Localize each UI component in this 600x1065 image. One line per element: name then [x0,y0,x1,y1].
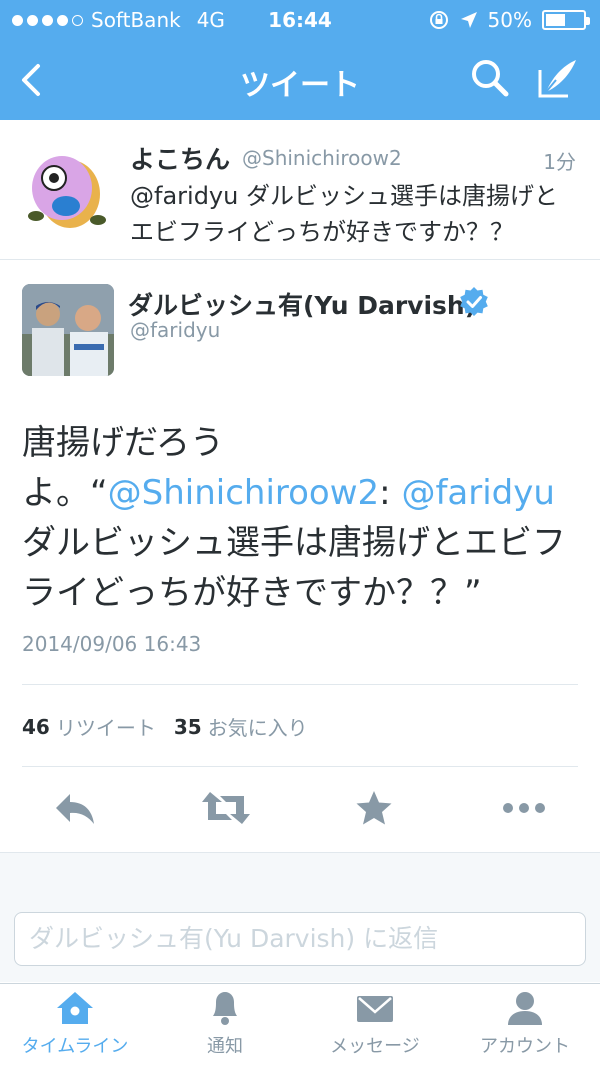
status-bar: SoftBank 4G 16:44 50% [0,0,600,40]
main-tweet: ダルビッシュ有(Yu Darvish) @faridyu 唐揚げだろうよ。“@S… [0,262,600,852]
battery-icon [542,10,590,30]
home-icon [57,992,93,1024]
mention-link[interactable]: @faridyu [401,473,554,513]
author-name[interactable]: ダルビッシュ有(Yu Darvish) [128,286,476,322]
tab-label: アカウント [480,1036,570,1057]
tweet-text-part: ダルビッシュ選手は唐揚げとエビフライどっちが好きですか？？” [22,523,566,613]
retweet-icon[interactable] [200,788,252,828]
reply-input[interactable]: ダルビッシュ有(Yu Darvish) に返信 [14,912,586,966]
tab-label: 通知 [207,1036,243,1057]
mention-link[interactable]: @Shinichiroow2 [108,473,380,513]
location-arrow-icon [460,12,477,28]
tab-label: タイムライン [21,1036,129,1057]
rotation-lock-icon [429,11,448,29]
divider [22,766,578,767]
tab-notifications[interactable]: 通知 [150,990,300,1065]
favorite-label[interactable]: お気に入り [208,712,308,741]
author-handle[interactable]: @faridyu [130,318,220,342]
tweet-stats: 46 リツイート 35 お気に入り [22,712,308,741]
author-handle[interactable]: @Shinichiroow2 [242,146,402,170]
tweet-time: 1分 [543,150,576,174]
retweet-count[interactable]: 46 [22,715,50,739]
favorite-count[interactable]: 35 [174,715,202,739]
tab-account[interactable]: アカウント [450,990,600,1065]
tab-timeline[interactable]: タイムライン [0,990,150,1065]
tab-label: メッセージ [330,1036,420,1057]
favorite-star-icon[interactable] [354,788,394,828]
tweet-text: @faridyu ダルビッシュ選手は唐揚げとエビフライどっちが好きですか？？ [130,182,558,246]
author-name[interactable]: よこちん [130,140,230,176]
tab-messages[interactable]: メッセージ [300,990,450,1065]
envelope-icon [357,996,393,1022]
avatar[interactable] [22,144,114,236]
bell-icon [213,992,237,1025]
divider [22,684,578,685]
compose-tweet-icon[interactable] [534,56,580,102]
tweet-actions [0,770,600,846]
more-options-icon[interactable] [500,788,548,828]
search-icon[interactable] [468,56,512,100]
tab-bar: タイムライン 通知 メッセージ アカウント [0,983,600,1065]
tweet-timestamp: 2014/09/06 16:43 [22,632,202,656]
verified-badge-icon [460,287,488,316]
battery-percent: 50% [487,8,532,32]
retweet-label[interactable]: リツイート [56,712,156,741]
tweet-text-part: : [379,473,402,513]
header: SoftBank 4G 16:44 50% ツイート [0,0,600,120]
in-reply-to-tweet[interactable]: よこちん @Shinichiroow2 1分 @faridyu ダルビッシュ選手… [0,122,600,260]
person-icon [508,992,542,1025]
reply-icon[interactable] [52,788,98,828]
avatar[interactable] [22,284,114,376]
nav-bar: ツイート [0,42,600,118]
tweet-text: 唐揚げだろうよ。“@Shinichiroow2: @faridyu ダルビッシュ… [22,418,582,618]
